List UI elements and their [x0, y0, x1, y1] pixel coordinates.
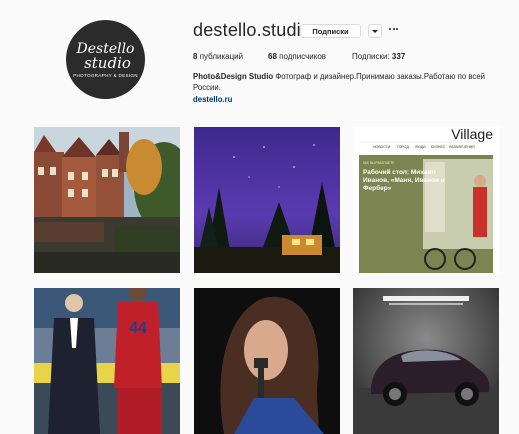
- article-kicker: КАК ВЫ РАБОТАЕТЕ: [363, 161, 394, 165]
- chevron-down-icon: [372, 29, 378, 33]
- followers-label: подписчиков: [279, 52, 327, 61]
- post-thumbnail-singer[interactable]: [194, 288, 340, 434]
- profile-username: destello.studio: [193, 20, 312, 40]
- post-thumbnail-canal-houses[interactable]: [34, 127, 180, 273]
- post-thumbnail-basketball[interactable]: 44: [34, 288, 180, 434]
- suggestions-dropdown-button[interactable]: [368, 24, 382, 38]
- avatar-logo-line2: studio: [84, 53, 131, 72]
- post-thumbnail-night-sky[interactable]: [194, 127, 340, 273]
- posts-count: 8: [193, 52, 198, 61]
- article-headline-line3: Фербер»: [363, 184, 392, 192]
- stat-following[interactable]: Подписки: 337: [352, 52, 405, 61]
- profile-website-link[interactable]: destello.ru: [193, 95, 232, 104]
- mag-nav-item: БИЗНЕС: [431, 145, 446, 149]
- post-thumbnail-car-studio[interactable]: [353, 288, 499, 434]
- mag-nav-item: ГОРОД: [397, 145, 409, 149]
- profile-bio: Photo&Design Studio Фотограф и дизайнер.…: [193, 71, 493, 93]
- magazine-logo: Village: [451, 127, 493, 142]
- stat-followers[interactable]: 68 подписчиков: [268, 52, 326, 61]
- article-headline-line1: Рабочий стол: Михаил: [363, 168, 436, 176]
- more-options-icon[interactable]: [389, 28, 398, 30]
- profile-avatar[interactable]: Destello studio PHOTOGRAPHY & DESIGN: [66, 20, 145, 99]
- followers-count: 68: [268, 52, 277, 61]
- mag-nav-item: ЛЮДИ: [415, 145, 426, 149]
- jersey-number: 44: [129, 320, 147, 337]
- posts-label: публикаций: [199, 52, 244, 61]
- article-headline-line2: Иванов, «Манн, Иванов и: [363, 177, 445, 184]
- following-count: 337: [391, 52, 406, 61]
- following-label: Подписки:: [352, 52, 390, 61]
- post-thumbnail-village-article[interactable]: Village НОВОСТИ ГОРОД ЛЮДИ БИЗНЕС РАЗВЛЕ…: [353, 127, 499, 273]
- mag-nav-item: РАЗВЛЕЧЕНИЯ: [449, 145, 475, 149]
- bio-name: Photo&Design Studio: [193, 72, 274, 81]
- stat-posts: 8 публикаций: [193, 52, 243, 61]
- following-button[interactable]: Подписки: [300, 24, 361, 38]
- avatar-logo-tagline: PHOTOGRAPHY & DESIGN: [73, 72, 138, 78]
- mag-nav-item: НОВОСТИ: [373, 145, 391, 149]
